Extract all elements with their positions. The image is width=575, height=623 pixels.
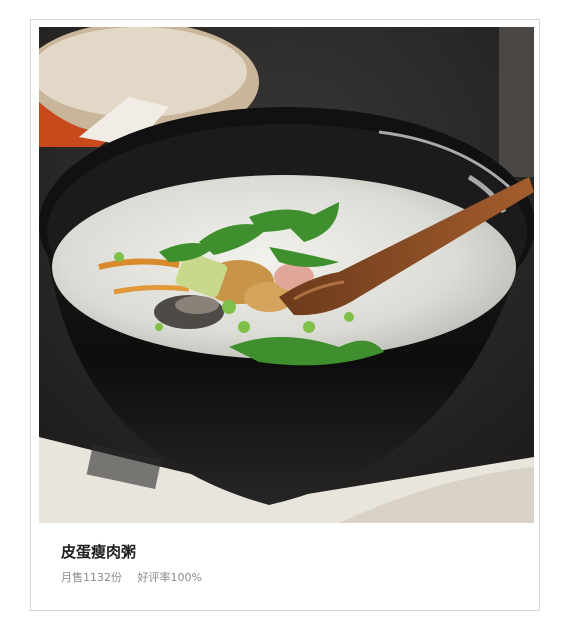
product-info: 皮蛋瘦肉粥 月售1132份 好评率100% <box>61 542 519 585</box>
product-meta: 月售1132份 好评率100% <box>61 571 519 585</box>
positive-rating: 好评率100% <box>137 571 202 584</box>
product-name[interactable]: 皮蛋瘦肉粥 <box>61 542 519 562</box>
product-card[interactable]: 皮蛋瘦肉粥 月售1132份 好评率100% <box>30 19 540 611</box>
product-photo[interactable] <box>39 27 534 523</box>
monthly-sales: 月售1132份 <box>61 571 122 584</box>
